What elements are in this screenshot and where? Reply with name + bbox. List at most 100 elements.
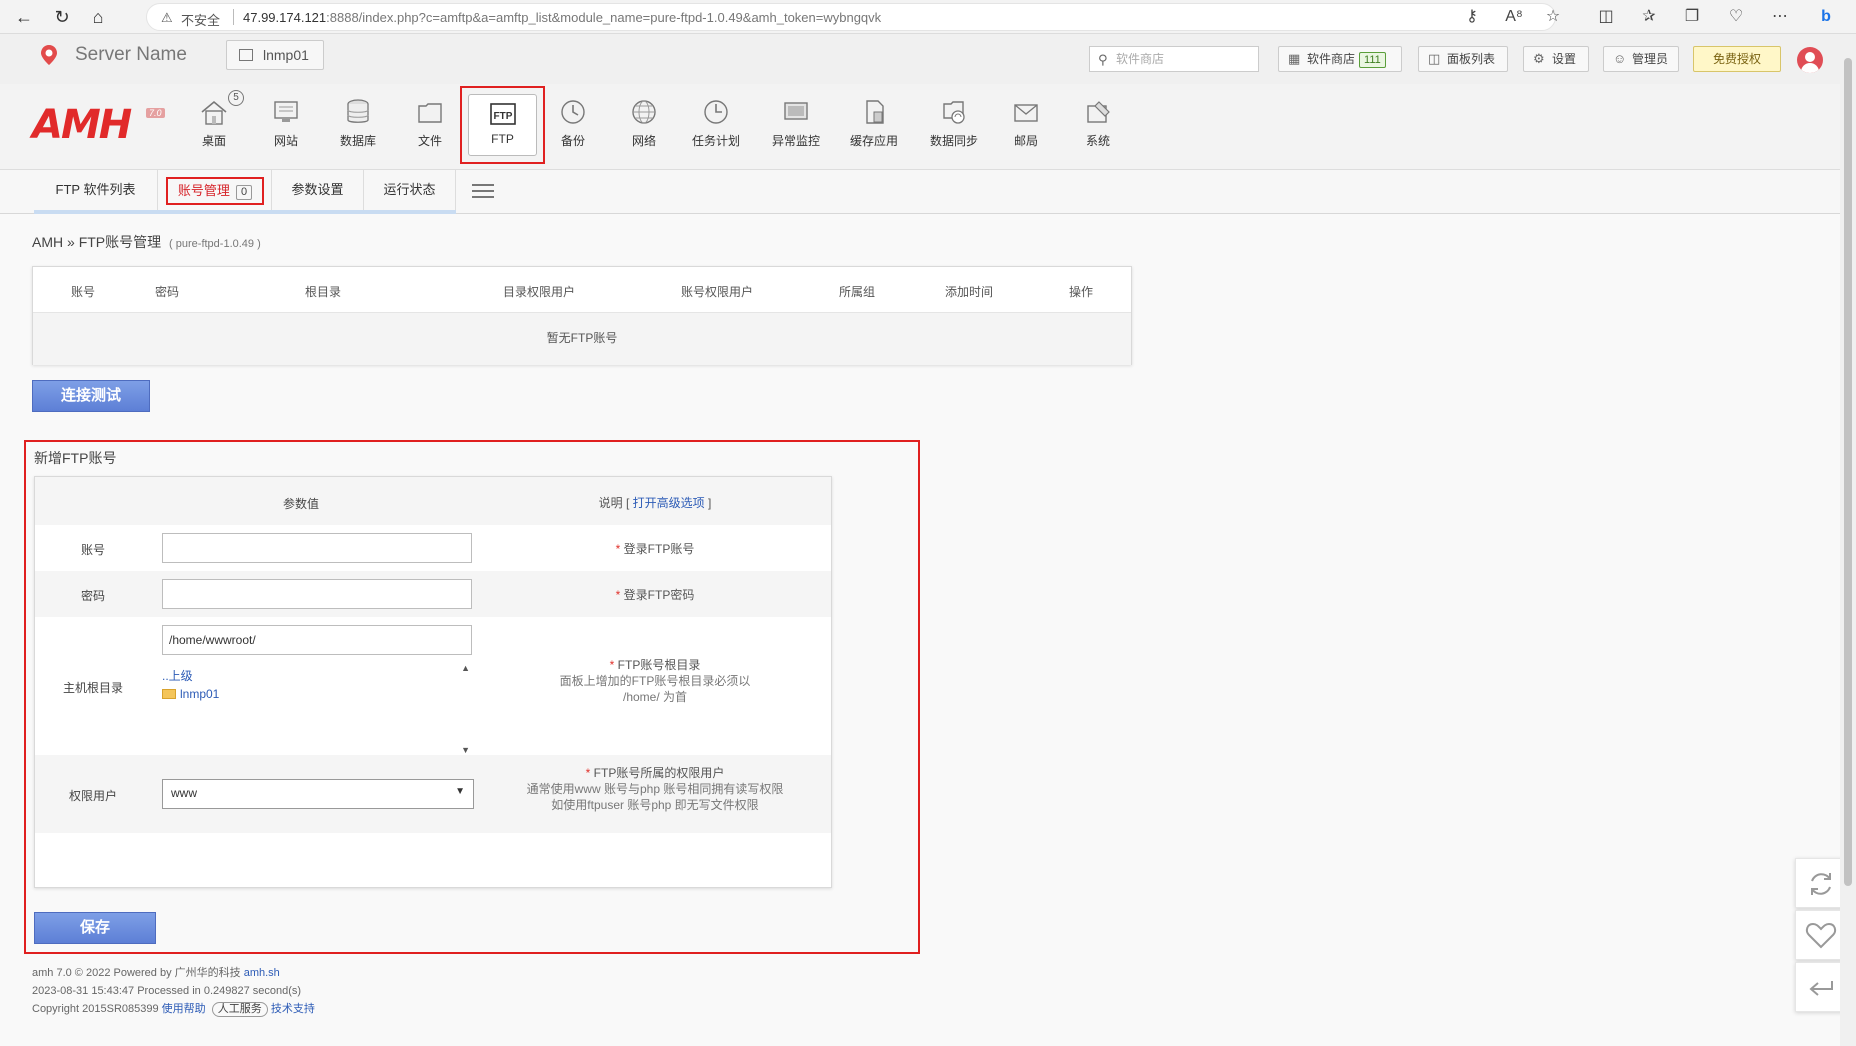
store-label: 软件商店 bbox=[1307, 52, 1356, 66]
clock-backup-icon bbox=[561, 100, 585, 124]
root-dir-note1: 面板上增加的FTP账号根目录必须以 bbox=[559, 674, 751, 688]
scroll-down-arrow-icon[interactable]: ▼ bbox=[461, 745, 470, 755]
perm-user-note1: 通常使用www 账号与php 账号相同拥有读写权限 bbox=[526, 782, 784, 796]
url-text[interactable]: 47.99.174.121:8888/index.php?c=amftp&a=a… bbox=[243, 10, 881, 25]
password-input[interactable] bbox=[162, 579, 472, 609]
favorite-star-icon[interactable]: ☆ bbox=[1541, 5, 1565, 29]
back-arrow-icon[interactable]: ← bbox=[12, 5, 36, 29]
nav-desktop[interactable]: 桌面 bbox=[178, 98, 250, 160]
nav-tasks[interactable]: 任务计划 bbox=[680, 98, 752, 160]
system-tools-icon bbox=[1087, 101, 1110, 123]
house-icon bbox=[201, 100, 227, 125]
hamburger-menu-icon[interactable] bbox=[472, 184, 494, 198]
scrollbar-thumb[interactable] bbox=[1844, 58, 1852, 886]
account-input[interactable] bbox=[162, 533, 472, 563]
breadcrumb-page: FTP账号管理 bbox=[78, 234, 162, 250]
footer-amh-link[interactable]: amh.sh bbox=[244, 967, 280, 979]
dir-parent-link[interactable]: ..上级 bbox=[162, 667, 193, 684]
tab-account-label: 账号管理 bbox=[177, 183, 230, 198]
col-group: 所属组 bbox=[839, 285, 876, 299]
read-aloud-icon[interactable]: A⁸ bbox=[1502, 5, 1526, 29]
back-tool[interactable] bbox=[1795, 962, 1845, 1012]
password-row: 密码 * 登录FTP密码 bbox=[35, 571, 831, 617]
new-account-title: 新增FTP账号 bbox=[34, 450, 117, 466]
root-dir-desc: * FTP账号根目录 面板上增加的FTP账号根目录必须以 /home/ 为首 bbox=[485, 657, 825, 705]
tab-software-list[interactable]: FTP 软件列表 bbox=[34, 170, 158, 212]
root-dir-desc-line: * FTP账号根目录 bbox=[485, 657, 825, 673]
avatar[interactable] bbox=[1797, 47, 1823, 73]
nav-database-label: 数据库 bbox=[339, 134, 376, 148]
nav-sync[interactable]: 数据同步 bbox=[918, 98, 990, 160]
perm-user-select[interactable]: www ▼ bbox=[162, 779, 474, 809]
root-dir-label: 主机根目录 bbox=[62, 681, 123, 695]
support-link[interactable]: 技术支持 bbox=[271, 1003, 315, 1015]
address-bar[interactable]: ⚠ 不安全 47.99.174.121:8888/index.php?c=amf… bbox=[146, 3, 1556, 31]
required-mark: * bbox=[615, 542, 621, 556]
nav-database[interactable]: 数据库 bbox=[322, 98, 394, 160]
perm-user-note2: 如使用ftpuser 账号php 即无写文件权限 bbox=[551, 798, 759, 812]
col-value-header: 参数值 bbox=[282, 497, 319, 511]
nav-cache[interactable]: 缓存应用 bbox=[838, 98, 910, 160]
main-content: AMH » FTP账号管理 ( pure-ftpd-1.0.49 ) 账号 密码… bbox=[0, 214, 1840, 1046]
insecure-label: 不安全 bbox=[181, 13, 221, 28]
directory-browser: ..上级 lnmp01 ▲ ▼ bbox=[162, 663, 472, 755]
favorites-icon[interactable]: ✰ bbox=[1637, 5, 1661, 29]
key-icon[interactable]: ⚷ bbox=[1460, 5, 1484, 29]
nav-system[interactable]: 系统 bbox=[1062, 98, 1134, 160]
split-screen-icon[interactable]: ◫ bbox=[1594, 5, 1618, 29]
panel-list-button[interactable]: ◫ 面板列表 bbox=[1418, 46, 1508, 72]
host-switch-button[interactable]: lnmp01 bbox=[226, 40, 324, 70]
more-menu-icon[interactable]: ⋯ bbox=[1768, 5, 1792, 29]
dir-folder-item[interactable]: lnmp01 bbox=[162, 687, 219, 701]
nav-ftp[interactable]: FTP FTP bbox=[468, 94, 537, 156]
nav-files[interactable]: 文件 bbox=[394, 98, 466, 160]
free-auth-button[interactable]: 免费授权 bbox=[1693, 46, 1781, 72]
tab-status[interactable]: 运行状态 bbox=[364, 170, 456, 212]
perm-user-desc: * FTP账号所属的权限用户 通常使用www 账号与php 账号相同拥有读写权限… bbox=[485, 765, 825, 813]
form-header-row: 参数值 说明 [ 打开高级选项 ] bbox=[35, 477, 831, 525]
nav-monitor[interactable]: 异常监控 bbox=[760, 98, 832, 160]
admin-button[interactable]: ☺ 管理员 bbox=[1603, 46, 1679, 72]
breadcrumb-root[interactable]: AMH bbox=[32, 234, 63, 250]
health-icon[interactable]: ♡ bbox=[1724, 5, 1748, 29]
dir-folder-name: lnmp01 bbox=[180, 687, 220, 701]
sub-tabs: FTP 软件列表 账号管理 0 参数设置 运行状态 bbox=[0, 170, 1840, 214]
tab-params[interactable]: 参数设置 bbox=[272, 170, 364, 212]
save-button[interactable]: 保存 bbox=[34, 912, 156, 944]
account-row: 账号 * 登录FTP账号 bbox=[35, 525, 831, 571]
collections-icon[interactable]: ❐ bbox=[1680, 5, 1704, 29]
search-placeholder: 软件商店 bbox=[1116, 52, 1165, 66]
tab-software-list-label: FTP 软件列表 bbox=[55, 182, 136, 197]
refresh-tool[interactable] bbox=[1795, 858, 1845, 908]
home-icon[interactable]: ⌂ bbox=[86, 5, 110, 29]
bing-icon[interactable]: b bbox=[1814, 5, 1838, 29]
folder-icon bbox=[418, 103, 442, 123]
store-search-input[interactable]: ⚲ 软件商店 bbox=[1089, 46, 1259, 72]
connect-test-button[interactable]: 连接测试 bbox=[32, 380, 150, 412]
favorite-tool[interactable] bbox=[1795, 910, 1845, 960]
root-dir-input[interactable] bbox=[162, 625, 472, 655]
footer: amh 7.0 © 2022 Powered by 广州华的科技 amh.sh … bbox=[32, 964, 315, 1018]
software-store-button[interactable]: ▦ 软件商店 111 bbox=[1278, 46, 1402, 72]
store-count-badge: 111 bbox=[1359, 52, 1386, 68]
scroll-up-arrow-icon[interactable]: ▲ bbox=[461, 663, 470, 673]
manual-service-link[interactable]: 人工服务 bbox=[211, 1002, 268, 1017]
globe-icon bbox=[632, 100, 656, 124]
nav-mail[interactable]: 邮局 bbox=[990, 98, 1062, 160]
password-desc-text: 登录FTP密码 bbox=[623, 588, 695, 602]
settings-button[interactable]: ⚙ 设置 bbox=[1523, 46, 1589, 72]
footer-copyright-no: Copyright 2015SR085399 bbox=[32, 1003, 159, 1015]
reload-icon[interactable]: ↻ bbox=[50, 5, 74, 29]
col-password: 密码 bbox=[155, 285, 180, 299]
database-icon bbox=[347, 99, 369, 123]
help-link[interactable]: 使用帮助 bbox=[162, 1003, 206, 1015]
breadcrumb-module: ( pure-ftpd-1.0.49 ) bbox=[169, 238, 261, 250]
perm-user-desc-text: FTP账号所属的权限用户 bbox=[593, 766, 725, 780]
nav-ftp-label: FTP bbox=[491, 132, 514, 146]
nav-network[interactable]: 网络 bbox=[608, 98, 680, 160]
nav-website[interactable]: 网站 bbox=[250, 98, 322, 160]
advanced-options-link[interactable]: 打开高级选项 bbox=[633, 496, 705, 510]
nav-backup[interactable]: 备份 bbox=[537, 98, 609, 160]
page-scrollbar[interactable] bbox=[1840, 34, 1856, 1046]
mail-icon bbox=[1014, 104, 1038, 122]
